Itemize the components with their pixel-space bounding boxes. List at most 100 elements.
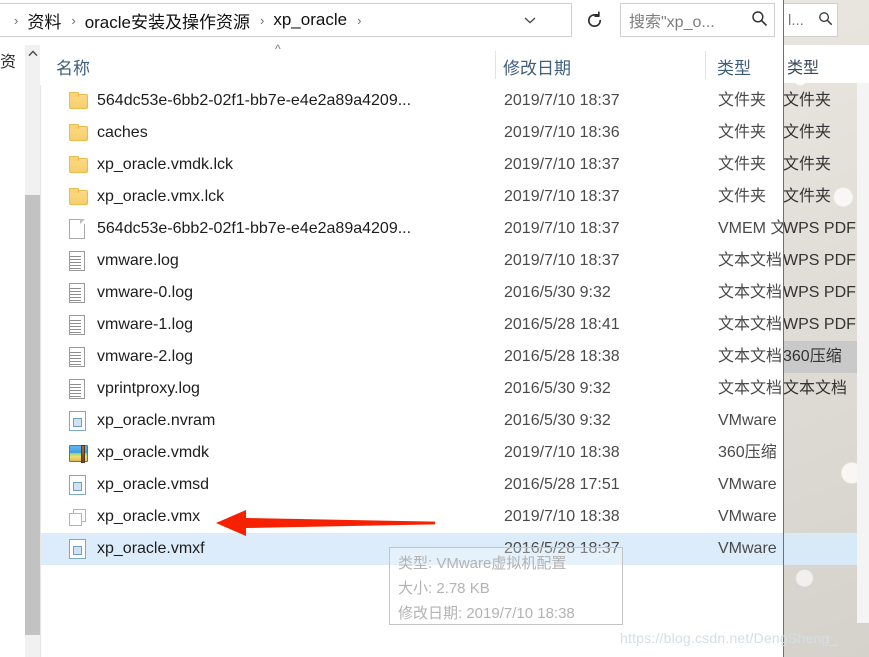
file-row[interactable]: xp_oracle.nvram 2016/5/30 9:32 VMware	[41, 405, 783, 437]
file-name[interactable]: vmware-1.log	[97, 309, 193, 341]
folder-icon-glyph	[69, 92, 88, 109]
file-name[interactable]: xp_oracle.vmsd	[97, 469, 209, 501]
file-type: 文件夹	[718, 188, 767, 205]
scroll-up-arrow-icon[interactable]	[25, 45, 40, 61]
file-row[interactable]: vprintproxy.log 2016/5/30 9:32 文本文档	[41, 373, 783, 405]
file-name[interactable]: xp_oracle.vmxf	[97, 533, 205, 565]
file-name[interactable]: 564dc53e-6bb2-02f1-bb7e-e4e2a89a4209...	[97, 85, 411, 117]
blank-document-icon-glyph	[69, 219, 85, 239]
folder-icon	[69, 187, 89, 207]
scrollbar-thumb[interactable]	[25, 195, 40, 635]
file-name[interactable]: caches	[97, 117, 148, 149]
refresh-button[interactable]	[578, 3, 610, 37]
file-row[interactable]: caches 2019/7/10 18:36 文件夹	[41, 117, 783, 149]
breadcrumb-leading-chevron-icon: ›	[14, 12, 19, 28]
search-input[interactable]: 搜索"xp_o...	[629, 8, 751, 32]
file-type: 文本文档	[718, 380, 783, 397]
file-modified-date: 2019/7/10 18:37	[504, 220, 620, 237]
file-type: 文件夹	[718, 92, 767, 109]
chevron-right-icon[interactable]: ›	[63, 13, 82, 28]
file-type: 文件夹	[718, 156, 767, 173]
search-icon[interactable]	[751, 10, 768, 31]
file-type: VMware	[718, 476, 777, 493]
breadcrumb-item-0[interactable]: 资料	[25, 8, 63, 33]
folder-icon-glyph	[69, 188, 88, 205]
explorer-window: › 资料 › oracle安装及操作资源 › xp_oracle › 搜索"xp…	[0, 0, 783, 657]
rear-file-type-cell	[783, 437, 863, 469]
rear-file-type-cell: WPS PDF	[783, 284, 856, 301]
column-header-date[interactable]: 修改日期	[503, 54, 571, 79]
text-document-icon	[69, 283, 89, 303]
sort-ascending-icon: ^	[275, 42, 281, 56]
text-document-icon-glyph	[69, 251, 85, 271]
text-document-icon-glyph	[69, 347, 85, 367]
file-row[interactable]: vmware-2.log 2016/5/28 18:38 文本文档	[41, 341, 783, 373]
rear-file-type-cell: WPS PDF	[783, 220, 856, 237]
toolbar: › 资料 › oracle安装及操作资源 › xp_oracle › 搜索"xp…	[0, 0, 783, 40]
file-type: 文件夹	[718, 124, 767, 141]
file-modified-date: 2016/5/28 17:51	[504, 476, 620, 493]
column-header-type[interactable]: 类型	[717, 54, 751, 79]
annotation-arrow-icon	[216, 506, 436, 540]
file-name[interactable]: vmware.log	[97, 245, 179, 277]
file-modified-date: 2019/7/10 18:37	[504, 156, 620, 173]
rear-file-type-cell: 360压缩	[783, 341, 863, 373]
column-divider[interactable]	[495, 51, 496, 79]
file-name[interactable]: vmware-2.log	[97, 341, 193, 373]
file-type: VMware	[718, 540, 777, 557]
rear-file-type-cell	[783, 501, 863, 533]
file-modified-date: 2019/7/10 18:38	[504, 508, 620, 525]
archive-icon	[69, 443, 89, 463]
file-type: 360压缩	[718, 444, 777, 461]
file-name[interactable]: xp_oracle.vmx	[97, 501, 200, 533]
rear-file-type-cell: 文件夹	[783, 156, 832, 173]
file-row[interactable]: 564dc53e-6bb2-02f1-bb7e-e4e2a89a4209... 2…	[41, 85, 783, 117]
rear-column-header-type: 类型	[787, 60, 820, 77]
file-row[interactable]: xp_oracle.vmsd 2016/5/28 17:51 VMware	[41, 469, 783, 501]
search-box[interactable]: 搜索"xp_o...	[620, 3, 775, 37]
file-name[interactable]: xp_oracle.nvram	[97, 405, 215, 437]
rear-column-header: 类型	[783, 45, 869, 83]
tooltip-size: 大小: 2.78 KB	[398, 580, 490, 597]
chevron-down-icon[interactable]	[523, 4, 537, 36]
breadcrumb-item-2[interactable]: xp_oracle	[271, 10, 349, 30]
file-modified-date: 2019/7/10 18:37	[504, 188, 620, 205]
rear-search-box[interactable]: l...	[783, 3, 838, 37]
file-name[interactable]: vmware-0.log	[97, 277, 193, 309]
file-row[interactable]: vmware-1.log 2016/5/28 18:41 文本文档	[41, 309, 783, 341]
file-row[interactable]: vmware.log 2019/7/10 18:37 文本文档	[41, 245, 783, 277]
archive-icon-glyph	[69, 445, 88, 463]
file-name[interactable]: xp_oracle.vmdk	[97, 437, 209, 469]
rear-file-type-cell: WPS PDF	[783, 316, 856, 333]
tooltip-modified-date: 修改日期: 2019/7/10 18:38	[398, 605, 575, 622]
file-name[interactable]: 564dc53e-6bb2-02f1-bb7e-e4e2a89a4209...	[97, 213, 411, 245]
file-row[interactable]: xp_oracle.vmdk.lck 2019/7/10 18:37 文件夹	[41, 149, 783, 181]
file-modified-date: 2016/5/30 9:32	[504, 412, 611, 429]
file-type: VMEM 文	[718, 220, 783, 237]
column-header-name[interactable]: 名称	[56, 54, 90, 79]
chevron-right-icon[interactable]: ›	[349, 13, 368, 28]
vmware-file-icon-glyph	[69, 411, 86, 431]
file-row[interactable]: 564dc53e-6bb2-02f1-bb7e-e4e2a89a4209... 2…	[41, 213, 783, 245]
chevron-right-icon[interactable]: ›	[252, 13, 271, 28]
text-document-icon	[69, 347, 89, 367]
file-name[interactable]: xp_oracle.vmx.lck	[97, 181, 224, 213]
file-row[interactable]: vmware-0.log 2016/5/30 9:32 文本文档	[41, 277, 783, 309]
breadcrumb-address-bar[interactable]: › 资料 › oracle安装及操作资源 › xp_oracle ›	[0, 3, 572, 37]
rear-file-type-cell	[783, 469, 863, 501]
vmx-config-icon-glyph	[69, 509, 87, 527]
column-divider[interactable]	[705, 51, 706, 79]
vertical-scrollbar[interactable]	[25, 45, 41, 657]
rear-vertical-scrollbar[interactable]	[857, 83, 869, 623]
file-name[interactable]: vprintproxy.log	[97, 373, 200, 405]
file-modified-date: 2019/7/10 18:37	[504, 252, 620, 269]
file-modified-date: 2019/7/10 18:38	[504, 444, 620, 461]
folder-icon	[69, 91, 89, 111]
rear-file-type-cell: 文本文档	[783, 380, 848, 397]
breadcrumb-item-1[interactable]: oracle安装及操作资源	[83, 8, 252, 33]
file-name[interactable]: xp_oracle.vmdk.lck	[97, 149, 233, 181]
file-row[interactable]: xp_oracle.vmx.lck 2019/7/10 18:37 文件夹	[41, 181, 783, 213]
folder-icon	[69, 155, 89, 175]
text-document-icon-glyph	[69, 315, 85, 335]
file-row[interactable]: xp_oracle.vmdk 2019/7/10 18:38 360压缩	[41, 437, 783, 469]
